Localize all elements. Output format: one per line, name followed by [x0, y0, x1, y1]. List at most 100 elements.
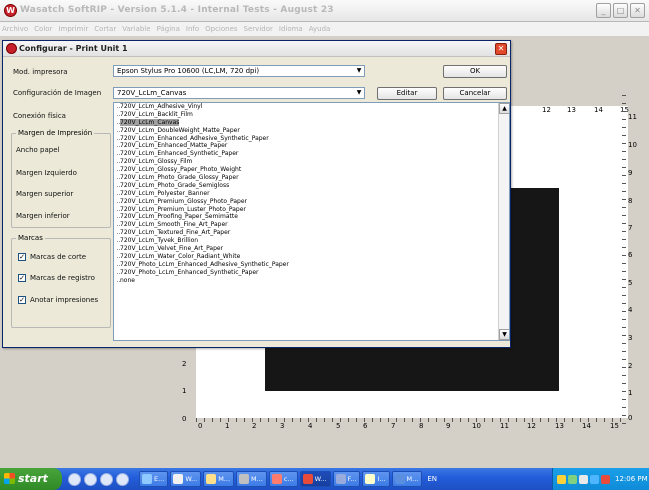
tray-icon[interactable]: [579, 474, 588, 484]
language-indicator[interactable]: EN: [427, 475, 437, 483]
dropdown-option[interactable]: 720V_LcLm_Proofing_Paper_Semimatte: [114, 213, 499, 221]
minimize-icon[interactable]: _: [596, 3, 611, 18]
taskbar-task-button[interactable]: F...: [332, 471, 361, 487]
dropdown-option-label: 720V_Photo_LcLm_Enhanced_Synthetic_Paper: [120, 268, 259, 276]
dialog-title: Configurar - Print Unit 1: [19, 44, 128, 53]
desktop-icon[interactable]: [116, 472, 129, 486]
margins-group: Margen de Impresión Ancho papel Margen I…: [11, 129, 111, 228]
dropdown-option[interactable]: 720V_LcLm_Photo_Grade_Semigloss: [114, 182, 499, 190]
maximize-icon[interactable]: □: [613, 3, 628, 18]
taskbar-task-button[interactable]: W...: [170, 471, 202, 487]
registration-marks-checkbox[interactable]: ✓: [18, 274, 26, 282]
quick-launch-icon[interactable]: [68, 472, 81, 486]
scroll-down-icon[interactable]: ▼: [499, 329, 509, 340]
taskbar-task-button[interactable]: W...: [299, 471, 331, 487]
printer-value: Epson Stylus Pro 10600 (LC,LM, 720 dpi): [117, 67, 260, 75]
edit-button[interactable]: Editar: [377, 87, 437, 100]
ruler-right-label: 1: [628, 389, 633, 397]
menu-variable[interactable]: Variable: [122, 22, 150, 36]
dropdown-option[interactable]: 720V_LcLm_Polyester_Banner: [114, 190, 499, 198]
taskbar-task-button[interactable]: M...: [391, 471, 423, 487]
printer-select[interactable]: Epson Stylus Pro 10600 (LC,LM, 720 dpi) …: [113, 65, 365, 77]
window-controls: _ □ ✕: [596, 3, 645, 18]
dropdown-option[interactable]: 720V_LcLm_Enhanced_Adhesive_Synthetic_Pa…: [114, 135, 499, 143]
ruler-bottom-label: 8: [419, 422, 424, 430]
dropdown-option[interactable]: 720V_LcLm_Premium_Glossy_Photo_Paper: [114, 198, 499, 206]
dropdown-scrollbar[interactable]: ▲ ▼: [498, 103, 509, 340]
start-button[interactable]: start: [0, 468, 62, 490]
top-margin-label: Margen superior: [16, 190, 74, 198]
dropdown-option[interactable]: 720V_LcLm_Enhanced_Synthetic_Paper: [114, 150, 499, 158]
taskbar-task-button[interactable]: M...: [203, 471, 235, 487]
menu-servidor[interactable]: Servidor: [244, 22, 273, 36]
menu-pagina[interactable]: Página: [157, 22, 180, 36]
ruler-bottom-label: 15: [610, 422, 619, 430]
annotate-label: Anotar impresiones: [30, 296, 99, 304]
dropdown-option[interactable]: 720V_Photo_LcLm_Enhanced_Synthetic_Paper: [114, 269, 499, 277]
cancel-button[interactable]: Cancelar: [443, 87, 507, 100]
image-config-select[interactable]: 720V_LcLm_Canvas ▼: [113, 87, 365, 99]
dropdown-option[interactable]: 720V_LcLm_Tyvek_Brillion: [114, 237, 499, 245]
taskbar-task-button[interactable]: c...: [268, 471, 298, 487]
dropdown-option[interactable]: 720V_LcLm_Water_Color_Radiant_White: [114, 253, 499, 261]
taskbar-task-button[interactable]: E...: [139, 471, 169, 487]
tray-icon[interactable]: [557, 474, 566, 484]
ruler-bottom-label: 9: [446, 422, 451, 430]
browser-icon[interactable]: [84, 472, 97, 486]
dropdown-option[interactable]: 720V_LcLm_Canvas: [114, 118, 499, 127]
ruler-bottom-label: 7: [391, 422, 396, 430]
dropdown-option-label: 720V_LcLm_DoubleWeight_Matte_Paper: [120, 126, 240, 134]
tray-icon[interactable]: [601, 474, 610, 484]
taskbar-task-button[interactable]: I...: [362, 471, 390, 487]
close-icon[interactable]: ✕: [495, 43, 507, 55]
task-app-icon: [239, 474, 250, 484]
crop-marks-checkbox[interactable]: ✓: [18, 253, 26, 261]
taskbar-task-button[interactable]: M...: [236, 471, 267, 487]
dropdown-option[interactable]: 720V_LcLm_Adhesive_Vinyl: [114, 103, 499, 111]
annotate-checkbox[interactable]: ✓: [18, 296, 26, 304]
ruler-bottom-label: 5: [336, 422, 341, 430]
ruler-right: 11 10 9 8 7 6 5 4 3 2 1 0: [626, 98, 642, 428]
menu-imprimir[interactable]: Imprimir: [58, 22, 88, 36]
menu-idioma[interactable]: Idioma: [279, 22, 303, 36]
chevron-down-icon[interactable]: ▼: [354, 66, 364, 76]
menu-archivo[interactable]: Archivo: [2, 22, 28, 36]
dropdown-option-label: 720V_LcLm_Canvas: [120, 118, 180, 126]
dropdown-option[interactable]: 720V_LcLm_Velvet_Fine_Art_Paper: [114, 245, 499, 253]
dropdown-option[interactable]: 720V_LcLm_Photo_Grade_Glossy_Paper: [114, 174, 499, 182]
dropdown-option[interactable]: 720V_LcLm_Backlit_Film: [114, 111, 499, 119]
wasatch-icon[interactable]: [100, 472, 113, 486]
dropdown-option[interactable]: 720V_LcLm_Smooth_Fine_Art_Paper: [114, 221, 499, 229]
paper-width-label: Ancho papel: [16, 146, 60, 154]
ok-button[interactable]: OK: [443, 65, 507, 78]
dropdown-option-label: 720V_LcLm_Proofing_Paper_Semimatte: [120, 213, 238, 221]
chevron-down-icon[interactable]: ▼: [354, 88, 364, 98]
ruler-bottom-label: 13: [555, 422, 564, 430]
menu-ayuda[interactable]: Ayuda: [309, 22, 331, 36]
dropdown-option-label: none: [120, 276, 135, 284]
dropdown-option[interactable]: 720V_LcLm_Premium_Luster_Photo_Paper: [114, 206, 499, 214]
dropdown-option[interactable]: none: [114, 277, 499, 285]
close-icon[interactable]: ✕: [630, 3, 645, 18]
dropdown-option[interactable]: 720V_LcLm_Enhanced_Matte_Paper: [114, 142, 499, 150]
dropdown-option[interactable]: 720V_LcLm_Textured_Fine_Art_Paper: [114, 229, 499, 237]
dropdown-option[interactable]: 720V_LcLm_Glossy_Paper_Photo_Weight: [114, 166, 499, 174]
scroll-up-icon[interactable]: ▲: [499, 103, 509, 114]
ruler-bottom-label: 12: [527, 422, 536, 430]
tray-icon[interactable]: [590, 474, 599, 484]
menu-color[interactable]: Color: [34, 22, 52, 36]
dropdown-option[interactable]: 720V_LcLm_DoubleWeight_Matte_Paper: [114, 127, 499, 135]
dropdown-option[interactable]: 720V_LcLm_Glossy_Film: [114, 158, 499, 166]
tray-icon[interactable]: [568, 474, 577, 484]
menu-cortar[interactable]: Cortar: [94, 22, 116, 36]
menu-opciones[interactable]: Opciones: [205, 22, 237, 36]
task-label: c...: [283, 475, 294, 483]
dropdown-option[interactable]: 720V_Photo_LcLm_Enhanced_Adhesive_Synthe…: [114, 261, 499, 269]
quick-launch: [68, 472, 129, 486]
task-app-icon: [271, 474, 282, 484]
dropdown-option-label: 720V_LcLm_Polyester_Banner: [120, 189, 210, 197]
task-buttons: E... W... M... M... c... W... F... I... M...: [139, 471, 423, 487]
ruler-right-label: 11: [628, 113, 637, 121]
menu-info[interactable]: Info: [186, 22, 199, 36]
task-label: M...: [406, 475, 419, 483]
